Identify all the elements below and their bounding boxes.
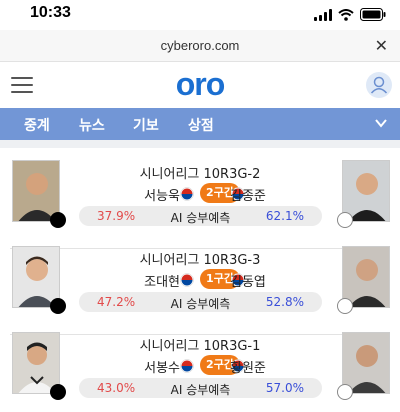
match-players: 서능욱 2구간 김종준 xyxy=(80,183,320,204)
ai-prediction-bar: 43.0% AI 승부예측 57.0% xyxy=(79,378,322,398)
battery-icon xyxy=(360,8,386,21)
nav-item-game-records[interactable]: 기보 xyxy=(133,115,159,135)
black-player-name: 조대현 xyxy=(144,275,180,290)
korea-flag-icon xyxy=(180,359,194,373)
section-gap xyxy=(0,140,400,148)
white-player-name: 김동엽 xyxy=(230,275,266,290)
white-stone-icon xyxy=(337,384,353,400)
match-league: 시니어리그 10R3G-3 xyxy=(139,253,261,268)
korea-flag-icon xyxy=(180,273,194,287)
status-time: 10:33 xyxy=(30,4,71,21)
wifi-icon xyxy=(338,8,354,21)
match-card[interactable]: 시니어리그 10R3G-2 서능욱 2구간 김종준 37.9% AI 승부예측 … xyxy=(0,160,400,249)
url-text[interactable]: cyberoro.com xyxy=(0,38,400,53)
oro-logo[interactable]: oro xyxy=(0,66,400,103)
black-stone-icon xyxy=(50,298,66,314)
black-stone-icon xyxy=(50,384,66,400)
black-stone-icon xyxy=(50,212,66,228)
chevron-down-icon[interactable] xyxy=(374,116,388,130)
app-header: oro xyxy=(0,62,400,108)
white-win-percent: 57.0% xyxy=(265,381,304,395)
black-player-name: 서봉수 xyxy=(144,361,180,376)
match-league: 시니어리그 10R3G-1 xyxy=(139,339,261,354)
white-player-name: 황원준 xyxy=(230,361,266,376)
white-player-name: 김종준 xyxy=(230,189,266,204)
nav-item-shop[interactable]: 상점 xyxy=(188,115,214,135)
white-win-percent: 62.1% xyxy=(265,209,304,223)
status-icons xyxy=(314,8,386,21)
match-players: 조대현 1구간 김동엽 xyxy=(80,269,320,290)
status-bar: 10:33 xyxy=(0,0,400,30)
signal-icon xyxy=(314,8,332,21)
nav-item-news[interactable]: 뉴스 xyxy=(79,115,105,135)
match-card[interactable]: 시니어리그 10R3G-1 서봉수 2구간 황원준 43.0% AI 승부예측 … xyxy=(0,332,400,412)
main-nav: 중계 뉴스 기보 상점 xyxy=(0,108,400,140)
user-icon[interactable] xyxy=(366,72,392,98)
korea-flag-icon xyxy=(180,187,194,201)
white-stone-icon xyxy=(337,298,353,314)
white-win-percent: 52.8% xyxy=(265,295,304,309)
match-card[interactable]: 시니어리그 10R3G-3 조대현 1구간 김동엽 47.2% AI 승부예측 … xyxy=(0,246,400,335)
ai-prediction-bar: 47.2% AI 승부예측 52.8% xyxy=(79,292,322,312)
white-stone-icon xyxy=(337,212,353,228)
close-icon[interactable]: ✕ xyxy=(375,36,388,55)
match-league: 시니어리그 10R3G-2 xyxy=(139,167,261,182)
match-players: 서봉수 2구간 황원준 xyxy=(80,355,320,376)
browser-address-bar[interactable]: cyberoro.com ✕ xyxy=(0,30,400,62)
black-player-name: 서능욱 xyxy=(144,189,180,204)
ai-prediction-bar: 37.9% AI 승부예측 62.1% xyxy=(79,206,322,226)
nav-item-broadcast[interactable]: 중계 xyxy=(24,115,50,135)
